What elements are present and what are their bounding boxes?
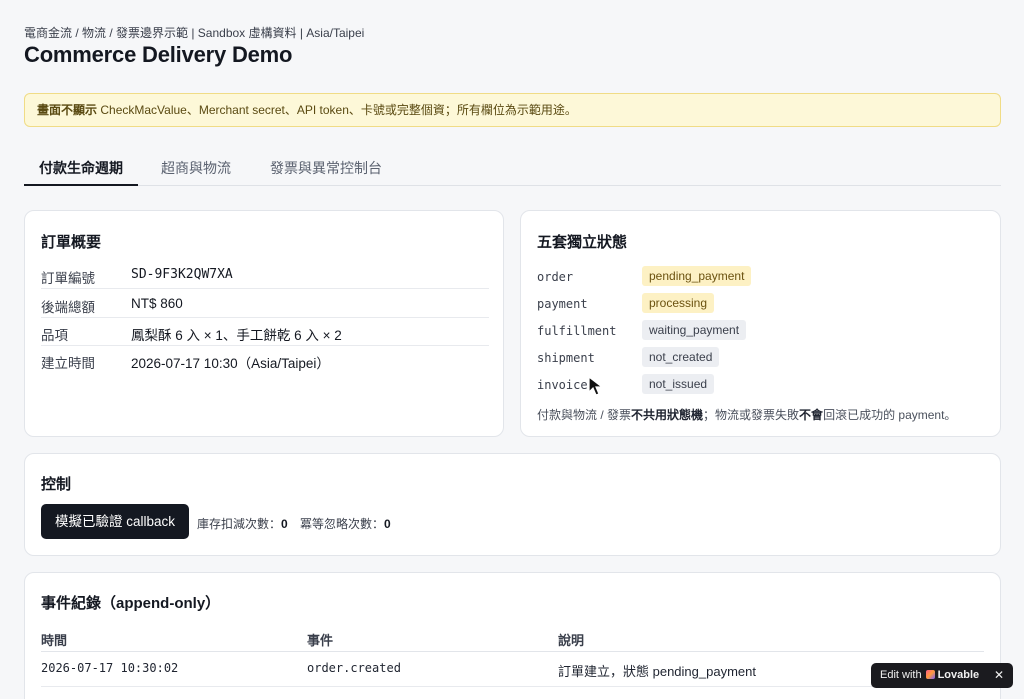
status-badge: not_issued <box>642 374 715 394</box>
notice-emphasis: 畫面不顯示 <box>37 103 98 117</box>
event-log-card: 事件紀錄（append-only） 時間 事件 說明 2026-07-17 10… <box>24 572 1001 699</box>
summary-value: 2026-07-17 10:30（Asia/Taipei） <box>131 356 330 371</box>
status-badge: pending_payment <box>642 266 752 286</box>
summary-key: 後端總額 <box>41 300 95 315</box>
breadcrumb: 電商金流 / 物流 / 發票邊界示範 | Sandbox 虛構資料 | Asia… <box>24 26 365 40</box>
summary-row-order-id: 訂單編號 SD-9F3K2QW7XA <box>41 261 489 289</box>
states-title: 五套獨立狀態 <box>537 234 628 251</box>
states-card: 五套獨立狀態 order pending_payment payment pro… <box>520 210 1001 437</box>
badge-prefix: Edit with <box>880 669 922 681</box>
event-log-title: 事件紀錄（append-only） <box>41 595 221 612</box>
event-name: order.created <box>307 661 401 675</box>
summary-key: 建立時間 <box>41 356 95 371</box>
row-divider <box>41 686 984 687</box>
event-time: 2026-07-17 10:30:02 <box>41 661 179 675</box>
column-header-description: 說明 <box>558 633 585 648</box>
column-header-event: 事件 <box>307 633 334 648</box>
tab-convenience-logistics[interactable]: 超商與物流 <box>161 158 231 178</box>
summary-row-created: 建立時間 2026-07-17 10:30（Asia/Taipei） <box>41 346 489 374</box>
counter-value: 0 <box>384 517 391 531</box>
state-row-shipment: shipment not_created <box>537 347 977 369</box>
state-key: shipment <box>537 351 595 365</box>
status-badge: waiting_payment <box>642 320 747 340</box>
security-notice: 畫面不顯示 CheckMacValue、Merchant secret、API … <box>24 93 1001 127</box>
edit-with-lovable-badge[interactable]: Edit with Lovable ✕ <box>871 663 1013 688</box>
controls-card: 控制 模擬已驗證 callback 庫存扣減次數：0 冪等忽略次數：0 <box>24 453 1001 556</box>
state-row-order: order pending_payment <box>537 266 977 288</box>
note-emphasis: 不共用狀態機 <box>631 408 704 422</box>
note-text: 回滾已成功的 payment。 <box>823 408 957 422</box>
summary-key: 訂單編號 <box>41 271 95 286</box>
order-summary-card: 訂單概要 訂單編號 SD-9F3K2QW7XA 後端總額 NT$ 860 品項 … <box>24 210 504 437</box>
badge-brand: Lovable <box>937 669 980 681</box>
state-row-payment: payment processing <box>537 293 977 315</box>
lovable-logo-icon <box>925 670 935 679</box>
summary-key: 品項 <box>41 328 68 343</box>
summary-row-total: 後端總額 NT$ 860 <box>41 290 489 318</box>
close-icon[interactable]: ✕ <box>994 668 1004 682</box>
counter-label: 庫存扣減次數： <box>197 517 282 531</box>
summary-row-items: 品項 鳳梨酥 6 入 × 1、手工餅乾 6 入 × 2 <box>41 318 489 346</box>
summary-value: NT$ 860 <box>131 296 183 311</box>
column-header-time: 時間 <box>41 633 68 648</box>
state-row-fulfillment: fulfillment waiting_payment <box>537 320 977 342</box>
order-summary-title: 訂單概要 <box>41 234 102 251</box>
simulate-callback-button[interactable]: 模擬已驗證 callback <box>41 504 189 539</box>
summary-value: 鳳梨酥 6 入 × 1、手工餅乾 6 入 × 2 <box>131 328 342 343</box>
state-machine-note: 付款與物流 / 發票不共用狀態機；物流或發票失敗不會回滾已成功的 payment… <box>537 406 956 423</box>
idempotent-ignore-counter: 冪等忽略次數：0 <box>300 515 391 532</box>
table-header-divider <box>41 651 984 652</box>
mouse-cursor-icon <box>588 376 604 396</box>
tab-bar: 付款生命週期 超商與物流 發票與異常控制台 <box>24 148 1001 186</box>
summary-value: SD-9F3K2QW7XA <box>131 267 233 282</box>
state-key: fulfillment <box>537 324 617 338</box>
note-text: ；物流或發票失敗 <box>703 408 800 422</box>
state-key: payment <box>537 297 588 311</box>
note-text: 付款與物流 / 發票 <box>537 408 632 422</box>
status-badge: processing <box>642 293 715 313</box>
state-key: order <box>537 270 574 284</box>
notice-text: CheckMacValue、Merchant secret、API token、… <box>97 103 577 117</box>
tab-payment-lifecycle[interactable]: 付款生命週期 <box>39 158 123 178</box>
tab-invoice-exception-console[interactable]: 發票與異常控制台 <box>270 158 382 178</box>
counter-value: 0 <box>281 517 288 531</box>
note-emphasis: 不會 <box>799 408 824 422</box>
event-description: 訂單建立，狀態 pending_payment <box>558 664 756 679</box>
status-badge: not_created <box>642 347 720 367</box>
page-title: Commerce Delivery Demo <box>24 42 293 67</box>
counter-label: 冪等忽略次數： <box>300 517 385 531</box>
controls-title: 控制 <box>41 476 72 493</box>
stock-deduction-counter: 庫存扣減次數：0 <box>197 515 288 532</box>
state-key: invoice <box>537 378 588 392</box>
active-tab-indicator <box>24 184 138 186</box>
badge-text: Edit with Lovable <box>880 669 979 681</box>
